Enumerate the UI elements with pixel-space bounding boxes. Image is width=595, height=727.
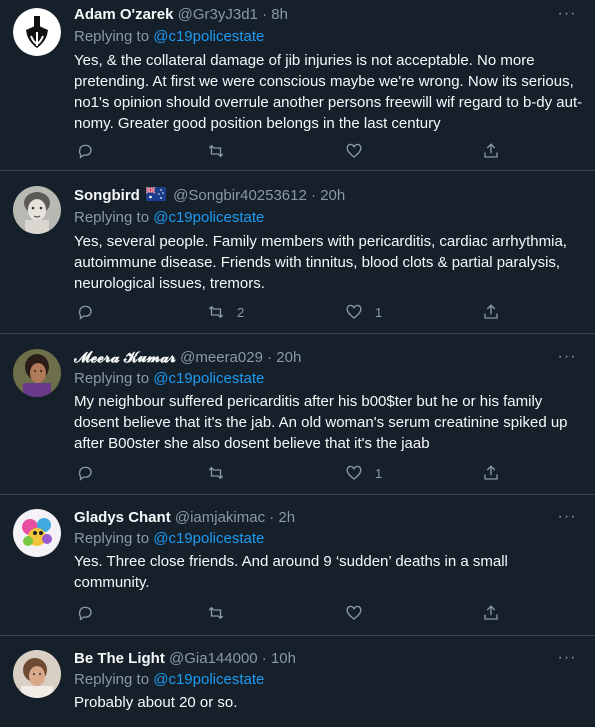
- display-name[interactable]: Songbird: [74, 187, 140, 204]
- replying-to: Replying to @c19policestate: [74, 208, 264, 228]
- reply-icon: [78, 606, 92, 621]
- user-handle[interactable]: @Songbir40253612: [173, 187, 307, 204]
- display-name[interactable]: Be The Light: [74, 650, 165, 667]
- reply-icon: [78, 305, 92, 320]
- share-icon: [484, 304, 498, 319]
- replying-label: Replying to: [74, 370, 150, 387]
- australia-flag-icon: [146, 187, 166, 201]
- retweet-button[interactable]: 2: [207, 302, 244, 322]
- share-button[interactable]: [482, 603, 500, 623]
- share-button[interactable]: [482, 141, 500, 161]
- woman-photo-avatar-icon: [13, 349, 61, 397]
- more-icon[interactable]: ···: [557, 6, 577, 28]
- tweet-text: Yes. Three close friends. And around 9 ‘…: [74, 553, 508, 591]
- avatar[interactable]: [13, 349, 61, 397]
- tweet[interactable]: Be The Light @Gia144000 · 10h ··· Replyi…: [0, 636, 595, 727]
- share-icon: [484, 605, 498, 620]
- replying-handle-link[interactable]: @c19policestate: [153, 530, 264, 547]
- timestamp[interactable]: 2h: [278, 509, 295, 526]
- timestamp[interactable]: 8h: [271, 6, 288, 23]
- replying-to: Replying to @c19policestate: [74, 670, 264, 690]
- avatar[interactable]: [13, 8, 61, 56]
- avatar[interactable]: [13, 186, 61, 234]
- woman-photo-avatar-icon: [13, 650, 61, 698]
- retweet-button[interactable]: [207, 603, 237, 623]
- timestamp[interactable]: 10h: [271, 650, 296, 667]
- reply-icon: [78, 144, 92, 159]
- replying-label: Replying to: [74, 209, 150, 226]
- replying-handle-link[interactable]: @c19policestate: [153, 28, 264, 45]
- replying-to: Replying to @c19policestate: [74, 529, 264, 549]
- action-bar: 1: [74, 463, 504, 483]
- user-handle[interactable]: @Gia144000: [169, 650, 258, 667]
- like-button[interactable]: 1: [345, 302, 382, 322]
- action-bar: [74, 603, 504, 623]
- separator-dot: ·: [269, 509, 275, 526]
- separator-dot: ·: [262, 6, 268, 23]
- replying-handle-link[interactable]: @c19policestate: [153, 671, 264, 688]
- reply-button[interactable]: [76, 302, 94, 322]
- polish-anchor-avatar-icon: [13, 8, 61, 56]
- like-icon: [346, 304, 362, 319]
- display-name[interactable]: 𝓜𝓮𝓮𝓻𝓪 𝓚𝓾𝓶𝓪𝓻: [74, 349, 176, 366]
- tweet-text: My neighbour suffered pericarditis after…: [74, 393, 568, 452]
- display-name[interactable]: Gladys Chant: [74, 509, 171, 526]
- reply-button[interactable]: [76, 141, 94, 161]
- share-icon: [484, 465, 498, 480]
- like-icon: [346, 605, 362, 620]
- retweet-icon: [208, 305, 224, 319]
- replying-label: Replying to: [74, 28, 150, 45]
- tweet[interactable]: Gladys Chant @iamjakimac · 2h ··· Replyi…: [0, 495, 595, 636]
- tweet-text: Probably about 20 or so.: [74, 694, 238, 711]
- separator-dot: ·: [267, 349, 273, 366]
- timestamp[interactable]: 20h: [320, 187, 345, 204]
- separator-dot: ·: [311, 187, 317, 204]
- reply-button[interactable]: [76, 603, 94, 623]
- tweet[interactable]: 𝓜𝓮𝓮𝓻𝓪 𝓚𝓾𝓶𝓪𝓻 @meera029 · 20h ··· Replying…: [0, 334, 595, 495]
- woman-portrait-avatar-icon: [13, 186, 61, 234]
- more-icon[interactable]: ···: [557, 509, 577, 531]
- action-bar: 2 1: [74, 302, 504, 322]
- reply-button[interactable]: [76, 463, 94, 483]
- more-icon[interactable]: ···: [557, 349, 577, 371]
- like-icon: [346, 465, 362, 480]
- user-handle[interactable]: @Gr3yJ3d1: [178, 6, 258, 23]
- avatar[interactable]: [13, 650, 61, 698]
- tweet[interactable]: Adam O'zarek @Gr3yJ3d1 · 8h ··· Replying…: [0, 0, 595, 171]
- display-name[interactable]: Adam O'zarek: [74, 6, 173, 23]
- like-count: 1: [375, 304, 383, 320]
- like-count: 1: [375, 465, 383, 481]
- retweet-icon: [208, 144, 224, 158]
- share-button[interactable]: [482, 463, 500, 483]
- replying-label: Replying to: [74, 671, 150, 688]
- like-icon: [346, 143, 362, 158]
- timestamp[interactable]: 20h: [276, 349, 301, 366]
- user-handle[interactable]: @meera029: [180, 349, 263, 366]
- retweet-button[interactable]: [207, 141, 237, 161]
- replying-handle-link[interactable]: @c19policestate: [153, 370, 264, 387]
- like-button[interactable]: [345, 603, 375, 623]
- replying-label: Replying to: [74, 530, 150, 547]
- replying-to: Replying to @c19policestate: [74, 369, 264, 389]
- action-bar: [74, 141, 504, 161]
- share-icon: [484, 143, 498, 158]
- retweet-count: 2: [237, 304, 245, 320]
- reply-icon: [78, 466, 92, 481]
- more-icon[interactable]: ···: [557, 650, 577, 672]
- replying-to: Replying to @c19policestate: [74, 27, 264, 47]
- colorful-art-avatar-icon: [13, 509, 61, 557]
- retweet-icon: [208, 466, 224, 480]
- retweet-button[interactable]: [207, 463, 237, 483]
- tweet-text: Yes, several people. Family members with…: [74, 233, 567, 292]
- retweet-icon: [208, 606, 224, 620]
- avatar[interactable]: [13, 509, 61, 557]
- tweet[interactable]: Songbird @Songbir40253612 · 20h Replying…: [0, 171, 595, 334]
- separator-dot: ·: [261, 650, 267, 667]
- replying-handle-link[interactable]: @c19policestate: [153, 209, 264, 226]
- like-button[interactable]: [345, 141, 375, 161]
- like-button[interactable]: 1: [345, 463, 382, 483]
- share-button[interactable]: [482, 302, 500, 322]
- user-handle[interactable]: @iamjakimac: [175, 509, 265, 526]
- tweet-text: Yes, & the collateral damage of jib inju…: [74, 52, 583, 132]
